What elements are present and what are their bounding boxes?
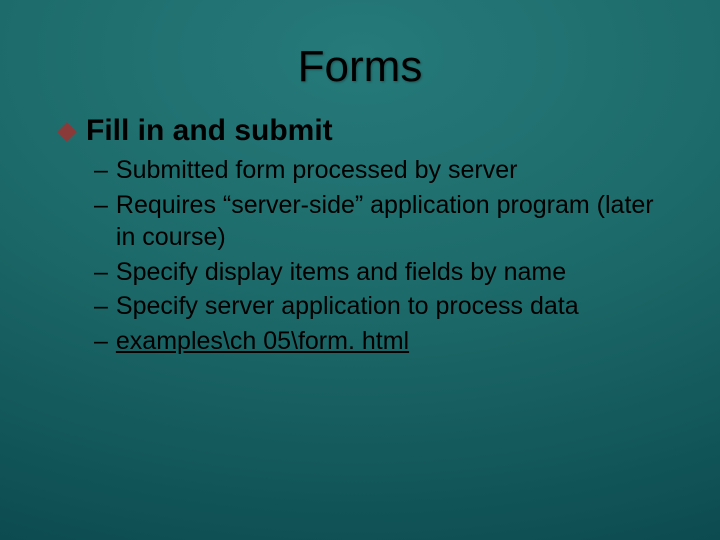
sub-item-text: Requires “server-side” application progr… — [116, 189, 656, 254]
bullet-level1: Fill in and submit — [60, 114, 660, 148]
bullet-level2-group: – Submitted form processed by server – R… — [94, 154, 660, 357]
slide-body: Fill in and submit – Submitted form proc… — [0, 92, 720, 357]
list-item: – Requires “server-side” application pro… — [94, 189, 660, 254]
sub-item-text: Specify server application to process da… — [116, 290, 579, 323]
list-item: – Specify display items and fields by na… — [94, 256, 660, 289]
list-item: – Submitted form processed by server — [94, 154, 660, 187]
dash-bullet-icon: – — [94, 189, 108, 222]
list-item: – examples\ch 05\form. html — [94, 325, 660, 358]
slide-title: Forms — [0, 0, 720, 92]
sub-item-text: Submitted form processed by server — [116, 154, 518, 187]
dash-bullet-icon: – — [94, 325, 108, 358]
dash-bullet-icon: – — [94, 256, 108, 289]
example-link[interactable]: examples\ch 05\form. html — [116, 325, 409, 358]
dash-bullet-icon: – — [94, 290, 108, 323]
dash-bullet-icon: – — [94, 154, 108, 187]
list-item: – Specify server application to process … — [94, 290, 660, 323]
sub-item-text: Specify display items and fields by name — [116, 256, 566, 289]
level1-text: Fill in and submit — [86, 114, 333, 148]
slide: Forms Fill in and submit – Submitted for… — [0, 0, 720, 540]
diamond-bullet-icon — [57, 122, 77, 142]
